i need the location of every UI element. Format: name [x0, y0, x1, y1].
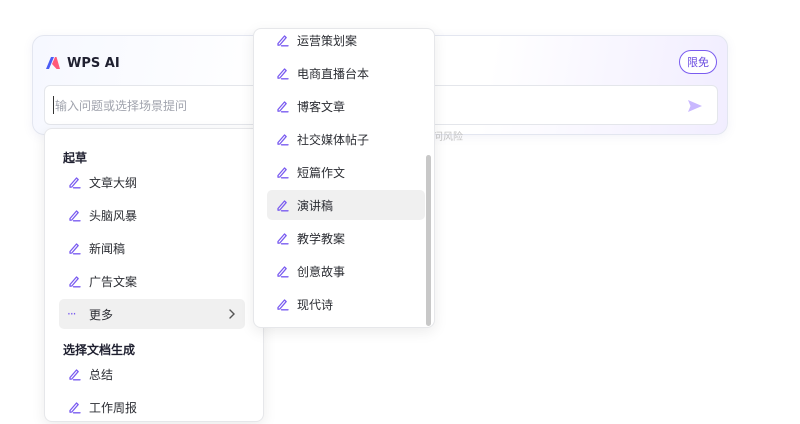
submenu-item-label: 演讲稿	[297, 198, 334, 213]
menu-item-label: 更多	[89, 307, 114, 322]
submenu-item-blog-post[interactable]: 博客文章	[267, 91, 425, 121]
pen-icon	[275, 297, 289, 311]
pen-icon	[67, 208, 81, 222]
menu-item-label: 广告文案	[89, 274, 138, 289]
section-title-draft: 起草	[63, 151, 88, 165]
more-submenu: 运营策划案 电商直播台本 博客文章 社交媒体帖子 短篇作文 演讲稿 教学教案 创…	[253, 28, 435, 328]
menu-item-weekly-report[interactable]: 工作周报	[59, 392, 245, 421]
hint-text: 问风险	[433, 132, 463, 143]
menu-item-label: 文章大纲	[89, 175, 138, 190]
pen-icon	[275, 66, 289, 80]
submenu-item-social-post[interactable]: 社交媒体帖子	[267, 124, 425, 154]
submenu-item-operations-plan[interactable]: 运营策划案	[267, 29, 425, 55]
menu-item-label: 总结	[89, 367, 114, 382]
pen-icon	[67, 400, 81, 414]
menu-item-press-release[interactable]: 新闻稿	[59, 233, 245, 263]
pen-icon	[275, 99, 289, 113]
brand-title: WPS AI	[67, 55, 120, 71]
submenu-item-label: 社交媒体帖子	[297, 132, 370, 147]
pen-icon	[67, 367, 81, 381]
scenario-menu: 起草 文章大纲 头脑风暴 新闻稿 广告文案 ··· 更多 选择文档生成 总结 工…	[44, 128, 264, 422]
section-title-doc-generate: 选择文档生成	[63, 343, 136, 357]
submenu-item-speech[interactable]: 演讲稿	[267, 190, 425, 220]
menu-item-brainstorm[interactable]: 头脑风暴	[59, 200, 245, 230]
pen-icon	[275, 264, 289, 278]
pen-icon	[275, 132, 289, 146]
menu-item-label: 工作周报	[89, 400, 138, 415]
send-arrow-icon[interactable]	[685, 96, 705, 116]
free-badge[interactable]: 限免	[679, 50, 717, 74]
menu-item-ad-copy[interactable]: 广告文案	[59, 266, 245, 296]
submenu-item-label: 运营策划案	[297, 33, 358, 48]
pen-icon	[67, 274, 81, 288]
chevron-right-icon	[229, 309, 235, 319]
menu-item-more[interactable]: ··· 更多	[59, 299, 245, 329]
menu-item-summary[interactable]: 总结	[59, 359, 245, 389]
pen-icon	[67, 241, 81, 255]
submenu-item-label: 现代诗	[297, 297, 334, 312]
text-caret	[53, 96, 54, 114]
menu-item-label: 头脑风暴	[89, 208, 138, 223]
submenu-item-label: 电商直播台本	[297, 66, 370, 81]
brand: WPS AI	[45, 54, 120, 72]
menu-item-label: 新闻稿	[89, 241, 126, 256]
pen-icon	[275, 198, 289, 212]
submenu-item-label: 短篇作文	[297, 165, 346, 180]
pen-icon	[67, 175, 81, 189]
ellipsis-icon: ···	[67, 307, 76, 321]
submenu-scrollbar[interactable]	[426, 155, 431, 326]
pen-icon	[275, 165, 289, 179]
pen-icon	[275, 33, 289, 47]
pen-icon	[275, 231, 289, 245]
submenu-item-modern-poem[interactable]: 现代诗	[267, 289, 425, 319]
submenu-item-label: 教学教案	[297, 231, 346, 246]
prompt-placeholder: 输入问题或选择场景提问	[55, 99, 188, 113]
wps-ai-logo-icon	[46, 57, 60, 69]
submenu-item-lesson-plan[interactable]: 教学教案	[267, 223, 425, 253]
submenu-item-label: 创意故事	[297, 264, 346, 279]
submenu-item-label: 博客文章	[297, 99, 346, 114]
submenu-item-creative-story[interactable]: 创意故事	[267, 256, 425, 286]
submenu-item-livestream-script[interactable]: 电商直播台本	[267, 58, 425, 88]
menu-item-outline[interactable]: 文章大纲	[59, 167, 245, 197]
submenu-item-short-essay[interactable]: 短篇作文	[267, 157, 425, 187]
